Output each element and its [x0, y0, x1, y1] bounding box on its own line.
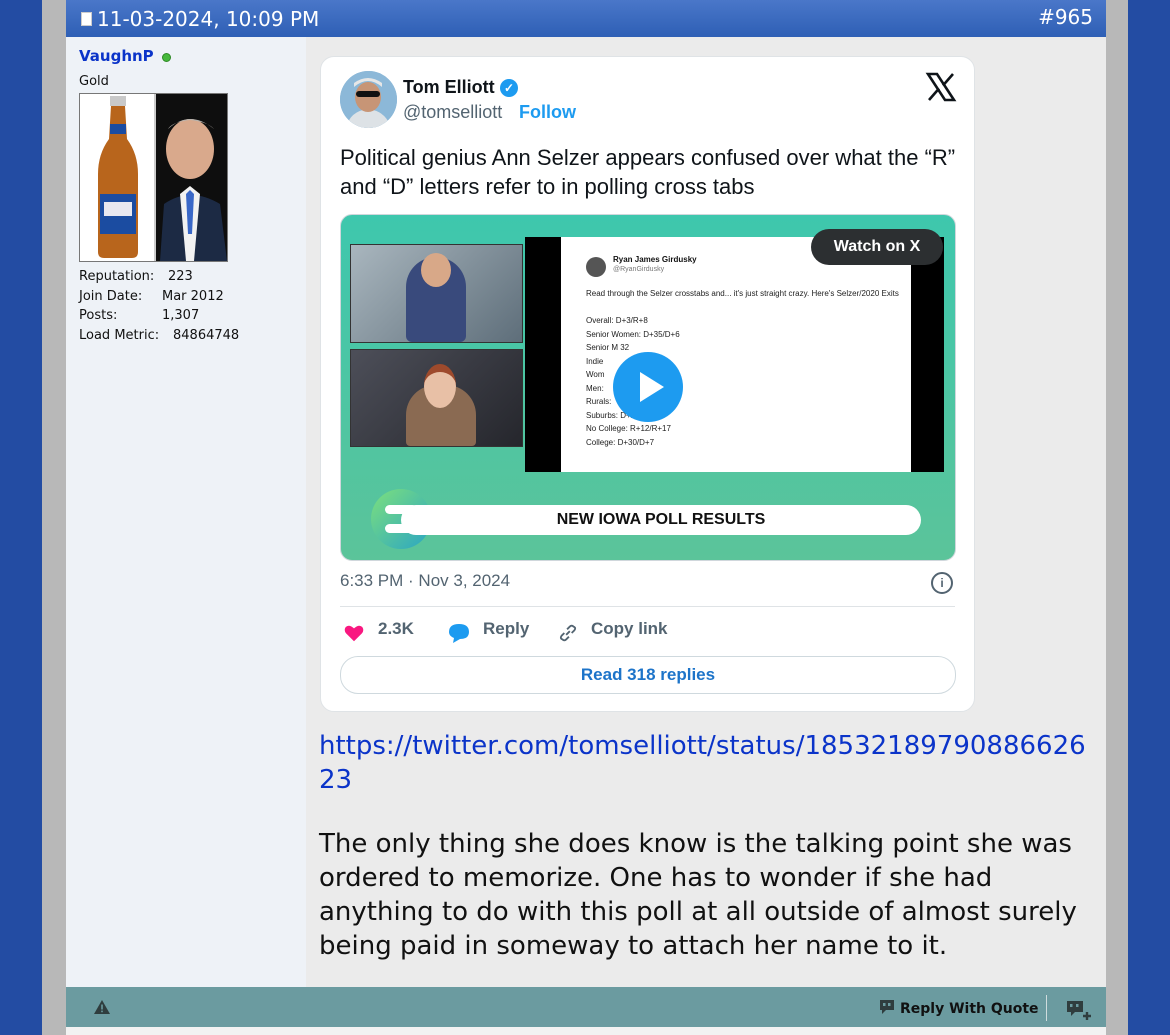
post-header: 11-03-2024, 10:09 PM #965: [66, 0, 1106, 37]
read-replies-button[interactable]: Read 318 replies: [340, 656, 956, 694]
watch-on-x-button[interactable]: Watch on X: [811, 229, 943, 265]
video-banner: NEW IOWA POLL RESULTS: [401, 505, 921, 535]
tweet-text: Political genius Ann Selzer appears conf…: [340, 145, 956, 199]
tweet-author-name[interactable]: Tom Elliott: [403, 77, 495, 98]
reply-with-quote-label: Reply With Quote: [900, 1001, 1039, 1017]
post-number-link[interactable]: #965: [1038, 5, 1093, 29]
username-link[interactable]: VaughnP: [79, 47, 154, 65]
stat-label: Reputation:: [79, 269, 155, 284]
stat-label: Join Date:: [79, 288, 143, 304]
tweet-video[interactable]: Ryan James Girdusky @RyanGirdusky Read t…: [340, 214, 956, 561]
post-body-text: The only thing she does know is the talk…: [319, 829, 1077, 961]
user-title: Gold: [79, 74, 109, 89]
video-embedded-post: Ryan James Girdusky @RyanGirdusky Read t…: [561, 237, 911, 472]
right-frame: [1106, 0, 1128, 1035]
reply-link[interactable]: Reply: [483, 619, 529, 639]
heart-icon[interactable]: [343, 622, 365, 644]
stat-value: 84864748: [173, 327, 240, 343]
tweet-author-avatar[interactable]: [340, 71, 397, 128]
multi-quote-icon[interactable]: [1066, 999, 1092, 1021]
link-icon[interactable]: [557, 622, 579, 644]
stat-label: Posts:: [79, 308, 118, 323]
stat-value: 223: [168, 269, 193, 284]
online-status-icon: [162, 53, 171, 62]
tweet-divider: [340, 606, 955, 607]
inner-avatar: [586, 257, 606, 277]
quote-bubble-icon: [880, 1000, 894, 1014]
tweet-author-handle[interactable]: @tomselliott: [403, 102, 502, 123]
verified-badge-icon: ✓: [500, 79, 518, 97]
like-count[interactable]: 2.3K: [378, 619, 414, 639]
video-panel-man: [350, 244, 523, 343]
stat-value: Mar 2012: [162, 288, 224, 304]
post-footer: Reply With Quote: [66, 987, 1106, 1027]
stat-label: Load Metric:: [79, 327, 160, 343]
report-warning-icon[interactable]: [93, 999, 111, 1015]
video-face: [424, 364, 456, 408]
inner-name: Ryan James Girdusky: [613, 255, 697, 264]
post-content: Tom Elliott ✓ @tomselliott Follow Politi…: [306, 37, 1106, 987]
tweet-timestamp[interactable]: 6:33 PM · Nov 3, 2024: [340, 571, 510, 591]
video-panel-woman: [350, 349, 523, 447]
play-icon[interactable]: [613, 352, 683, 422]
copy-link-button[interactable]: Copy link: [591, 619, 668, 639]
left-frame: [42, 0, 66, 1035]
stat-value: 1,307: [162, 308, 200, 323]
post-date: 11-03-2024, 10:09 PM: [97, 7, 320, 31]
tweet-url-link[interactable]: https://twitter.com/tomselliott/status/1…: [319, 729, 1099, 797]
footer-separator: [1046, 995, 1047, 1021]
follow-link[interactable]: Follow: [519, 102, 576, 123]
info-icon[interactable]: i: [931, 572, 953, 594]
inner-handle: @RyanGirdusky: [613, 266, 665, 273]
user-avatar: [79, 93, 228, 262]
post-icon: [81, 12, 92, 26]
forum-post: 11-03-2024, 10:09 PM #965 VaughnP Gold R…: [66, 0, 1106, 1035]
embedded-tweet[interactable]: Tom Elliott ✓ @tomselliott Follow Politi…: [320, 56, 975, 712]
reply-bubble-icon[interactable]: [447, 622, 471, 644]
x-logo-icon[interactable]: [925, 71, 957, 103]
post-bottom-border: [66, 1027, 1106, 1035]
video-face: [421, 253, 451, 287]
user-info-panel: VaughnP Gold Reputation: 223 Join Date: …: [66, 37, 306, 987]
